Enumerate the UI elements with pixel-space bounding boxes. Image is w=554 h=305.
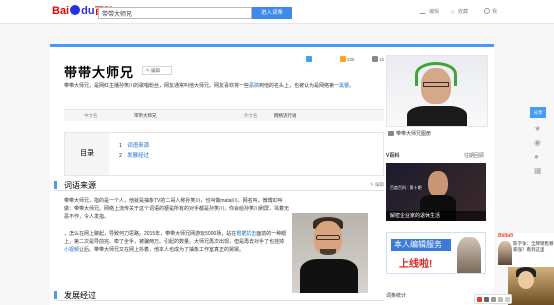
sidebar-person-photo[interactable] [386, 55, 488, 127]
section-bar [54, 181, 57, 189]
ime-toolbar[interactable] [474, 294, 512, 304]
baidu-baike-logo[interactable]: Baidu百科 [52, 5, 113, 18]
info-label-type: 外文名 [244, 113, 258, 118]
vbaike-more-link[interactable]: 往期回顾 [464, 152, 484, 159]
ad-line-1: 本人编辑服务 [391, 239, 451, 251]
like-count[interactable]: 236 [340, 56, 355, 64]
user-icon [484, 8, 490, 14]
section-bar [54, 291, 57, 299]
page-title: 带带大师兄 [64, 65, 135, 80]
promo-widget[interactable]: Bilibili 陈学争：全牌销售哪家强？看到这里 [498, 233, 554, 267]
paragraph-1: 带带大师兄，指的是一个人，他就是抽象TV的二哥人称孙笑川，也叫做matal川，网… [64, 198, 290, 220]
section-heading-origin: 词语来源 ✎ 编辑 [54, 180, 384, 191]
ime-punct-icon [491, 297, 496, 302]
section-edit-link[interactable]: ✎ 编辑 [370, 182, 384, 188]
logo-bai: Bai [52, 5, 70, 17]
float-star-icon[interactable]: ★ [534, 125, 544, 133]
vbaike-banner[interactable]: 百度百科 · 第十期 解密企业家的退休生活 [386, 163, 486, 221]
summary-link-heigeng[interactable]: 黑梗 [339, 83, 349, 89]
info-label-cn-name: 中文名 [84, 113, 98, 118]
share-count[interactable]: 16 [372, 56, 384, 64]
info-value-type: 网络流行语 [274, 113, 297, 118]
vbaike-label: V百科 [386, 153, 400, 159]
top-user-link[interactable]: 我 [484, 8, 497, 15]
search-button[interactable]: 进入词条 [252, 7, 292, 19]
banner-tag: 百度百科 · 第十期 [390, 185, 422, 190]
share-icon [372, 56, 378, 62]
toc-item-1[interactable]: 1 词语来源 [119, 141, 149, 149]
table-of-contents: 目录 1 词语来源 2 发展经过 [64, 132, 384, 176]
fav-count[interactable] [306, 56, 313, 64]
title-edit-button[interactable]: ✎ 编辑 [142, 66, 172, 75]
fav-icon [306, 56, 312, 62]
search-input[interactable] [98, 7, 252, 19]
ime-settings-icon [505, 297, 510, 302]
article-person-photo[interactable] [292, 213, 368, 293]
banner-caption: 解密企业家的退休生活 [386, 211, 486, 221]
pen-icon [419, 8, 429, 14]
paw-icon [70, 5, 81, 15]
promo-text: 陈学争：全牌销售哪家强？看到这里 [513, 241, 554, 252]
toc-label: 目录 [65, 133, 109, 175]
game-ad[interactable] [508, 267, 554, 305]
summary: 带带大师兄，是网红主播孙笑川的歌唱粉丝，网友通常叫他大师兄。网友喜欢将一些恶搞到… [64, 83, 355, 89]
float-chat-icon[interactable]: ◉ [534, 139, 544, 147]
star-icon: ☆ [450, 10, 456, 16]
ad-line-2: 上线啦! [399, 259, 433, 270]
photo-album-link[interactable]: 带带大师兄图册 [386, 128, 488, 140]
paragraph-2: ，怎么在网上聊起，导致何刀思路。2015年，带带大师兄网游玩5000场，站在根据… [64, 231, 287, 253]
top-fav-link[interactable]: ☆ 收藏 [450, 8, 468, 16]
vbaike-header: V百科 往期回顾 [386, 152, 488, 161]
share-tab[interactable]: 分享 [530, 107, 546, 118]
top-bar: Baidu百科 进入词条 编辑 ☆收藏 我 [0, 0, 554, 24]
top-edit-link[interactable]: 编辑 [419, 8, 440, 15]
ime-mode-icon [484, 297, 489, 302]
logo-du: du [81, 5, 95, 17]
editing-service-ad[interactable]: 本人编辑服务 上线啦! [386, 232, 486, 274]
float-qr-icon[interactable]: ▦ [534, 167, 544, 175]
section-title-origin: 词语来源 [64, 181, 96, 190]
section-title-development: 发展经过 [64, 291, 96, 300]
entry-stats-label: 词条统计 [386, 293, 407, 299]
top-edit-label: 编辑 [429, 9, 440, 15]
content-top-line [50, 44, 494, 47]
ime-logo-icon [477, 297, 482, 302]
top-fav-label: 收藏 [458, 9, 469, 15]
share-count-value: 16 [379, 57, 385, 62]
ime-keyboard-icon [498, 297, 503, 302]
info-value-cn-name: 带带大师兄 [134, 113, 157, 118]
promo-brand: Bilibili [498, 233, 513, 239]
toc-item-2[interactable]: 2 发展经过 [119, 151, 149, 159]
camera-icon [388, 131, 394, 136]
link-kangji[interactable]: 根据抗击 [236, 231, 256, 237]
like-count-value: 236 [347, 57, 355, 62]
photo-album-label: 带带大师兄图册 [396, 131, 432, 137]
float-wechat-icon[interactable]: ● [534, 153, 544, 161]
top-user-label: 我 [492, 9, 498, 15]
section-heading-development: 发展经过 [54, 290, 384, 301]
summary-link-egao[interactable]: 恶搞 [249, 83, 259, 89]
thumb-up-icon [340, 56, 346, 62]
basic-info: 中文名 带带大师兄 外文名 网络流行语 [64, 109, 384, 121]
link-video[interactable]: 小视频 [64, 247, 79, 253]
